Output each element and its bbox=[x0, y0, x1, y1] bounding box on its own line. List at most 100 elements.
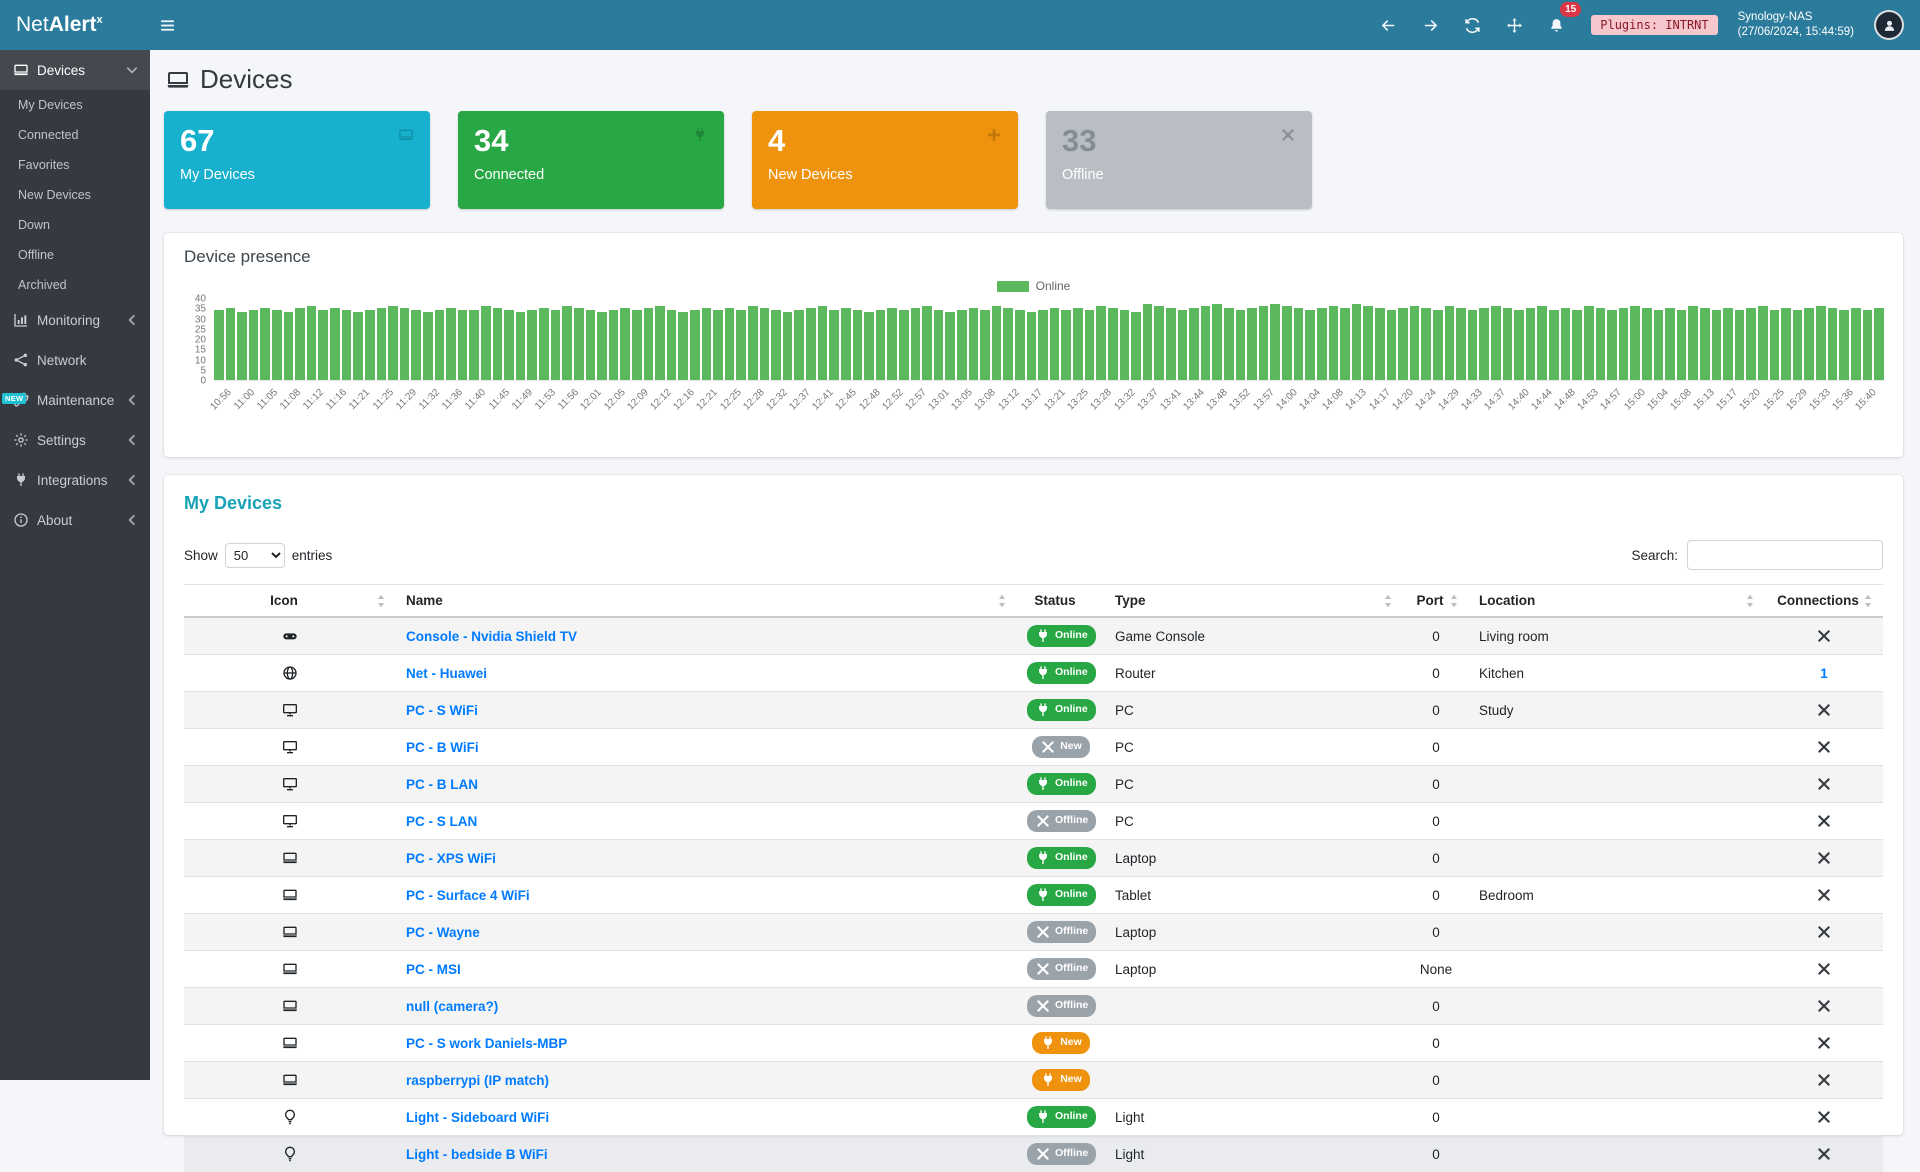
nav-forward-button[interactable] bbox=[1413, 8, 1447, 42]
sidebar-subitem-archived[interactable]: Archived bbox=[0, 270, 150, 300]
chart-bar bbox=[1642, 308, 1652, 380]
device-name-link[interactable]: Light - bedside B WiFi bbox=[406, 1147, 548, 1162]
column-header-status[interactable]: Status bbox=[1017, 585, 1105, 618]
device-name-link[interactable]: Light - Sideboard WiFi bbox=[406, 1110, 549, 1125]
app-logo[interactable]: NetAlertx bbox=[0, 13, 150, 37]
notifications-button[interactable]: 15 bbox=[1539, 8, 1573, 42]
sidebar-subitem-favorites[interactable]: Favorites bbox=[0, 150, 150, 180]
refresh-button[interactable] bbox=[1455, 8, 1489, 42]
sidebar-item-monitoring[interactable]: Monitoring bbox=[0, 300, 150, 340]
plug-icon bbox=[692, 127, 708, 143]
chart-bar bbox=[620, 308, 630, 380]
chart-bar bbox=[446, 308, 456, 380]
plugins-status-badge[interactable]: Plugins: INTRNT bbox=[1591, 15, 1717, 35]
chart-bar bbox=[1317, 308, 1327, 380]
device-connections-cell bbox=[1765, 1025, 1883, 1062]
stat-card-my-devices[interactable]: 67My Devices bbox=[164, 111, 430, 209]
chart-bar bbox=[980, 310, 990, 380]
stat-card-new-devices[interactable]: 4New Devices bbox=[752, 111, 1018, 209]
chart-bar bbox=[226, 308, 236, 380]
delete-connection-icon[interactable] bbox=[1816, 702, 1832, 718]
sidebar-subitem-connected[interactable]: Connected bbox=[0, 120, 150, 150]
chart-bar bbox=[783, 312, 793, 380]
sidebar-toggle-button[interactable] bbox=[150, 8, 184, 42]
column-header-icon[interactable]: Icon bbox=[184, 585, 396, 618]
connections-count-link[interactable]: 1 bbox=[1820, 666, 1828, 681]
delete-connection-icon[interactable] bbox=[1816, 998, 1832, 1014]
sidebar-item-label: About bbox=[37, 513, 72, 528]
device-name-link[interactable]: PC - B WiFi bbox=[406, 740, 479, 755]
devices-table-title: My Devices bbox=[184, 493, 1883, 514]
reorder-button[interactable] bbox=[1497, 8, 1531, 42]
x-axis-tick: 12:01 bbox=[579, 387, 604, 412]
desktop-icon bbox=[282, 739, 298, 755]
chart-bar bbox=[1839, 310, 1849, 380]
laptop-icon bbox=[282, 924, 298, 940]
device-port-cell: None bbox=[1403, 951, 1469, 988]
device-name-link[interactable]: PC - XPS WiFi bbox=[406, 851, 496, 866]
column-header-location[interactable]: Location bbox=[1469, 585, 1765, 618]
device-name-link[interactable]: PC - Surface 4 WiFi bbox=[406, 888, 530, 903]
x-axis-tick: 14:13 bbox=[1344, 387, 1369, 412]
stat-card-offline[interactable]: 33Offline bbox=[1046, 111, 1312, 209]
device-name-link[interactable]: PC - MSI bbox=[406, 962, 461, 977]
column-header-connections[interactable]: Connections bbox=[1765, 585, 1883, 618]
device-name-link[interactable]: Console - Nvidia Shield TV bbox=[406, 629, 577, 644]
column-header-type[interactable]: Type bbox=[1105, 585, 1403, 618]
delete-connection-icon[interactable] bbox=[1816, 850, 1832, 866]
column-header-label: Location bbox=[1479, 593, 1535, 608]
delete-connection-icon[interactable] bbox=[1816, 813, 1832, 829]
sidebar-subitem-my-devices[interactable]: My Devices bbox=[0, 90, 150, 120]
device-name-link[interactable]: PC - S LAN bbox=[406, 814, 477, 829]
sidebar-subitem-offline[interactable]: Offline bbox=[0, 240, 150, 270]
device-name-link[interactable]: PC - S WiFi bbox=[406, 703, 478, 718]
column-header-name[interactable]: Name bbox=[396, 585, 1017, 618]
sidebar-item-settings[interactable]: Settings bbox=[0, 420, 150, 460]
status-badge: New bbox=[1032, 736, 1090, 758]
sidebar-item-about[interactable]: About bbox=[0, 500, 150, 540]
page-title: Devices bbox=[200, 64, 292, 95]
delete-connection-icon[interactable] bbox=[1816, 739, 1832, 755]
delete-connection-icon[interactable] bbox=[1816, 887, 1832, 903]
device-name-link[interactable]: PC - B LAN bbox=[406, 777, 478, 792]
chart-bar bbox=[1549, 310, 1559, 380]
x-axis-tick: 14:17 bbox=[1367, 387, 1392, 412]
page-size-select[interactable]: 50 bbox=[225, 543, 285, 568]
search-input[interactable] bbox=[1687, 540, 1883, 570]
delete-connection-icon[interactable] bbox=[1816, 1035, 1832, 1051]
column-header-port[interactable]: Port bbox=[1403, 585, 1469, 618]
delete-connection-icon[interactable] bbox=[1816, 924, 1832, 940]
sidebar-subitem-new-devices[interactable]: New Devices bbox=[0, 180, 150, 210]
sidebar-item-network[interactable]: Network bbox=[0, 340, 150, 380]
device-name-link[interactable]: PC - S work Daniels-MBP bbox=[406, 1036, 567, 1051]
delete-connection-icon[interactable] bbox=[1816, 1146, 1832, 1162]
sidebar-item-maintenance[interactable]: NEWMaintenance bbox=[0, 380, 150, 420]
stat-card-connected[interactable]: 34Connected bbox=[458, 111, 724, 209]
delete-connection-icon[interactable] bbox=[1816, 961, 1832, 977]
x-axis-tick: 15:00 bbox=[1622, 387, 1647, 412]
sidebar-subitem-down[interactable]: Down bbox=[0, 210, 150, 240]
x-axis-tick: 13:52 bbox=[1228, 387, 1253, 412]
chart-bar bbox=[1363, 306, 1373, 380]
delete-connection-icon[interactable] bbox=[1816, 628, 1832, 644]
chart-x-labels: 10:5611:0011:0511:0811:1211:1611:2111:25… bbox=[214, 381, 1883, 439]
device-name-link[interactable]: raspberrypi (IP match) bbox=[406, 1073, 549, 1088]
nav-back-button[interactable] bbox=[1371, 8, 1405, 42]
device-name-link[interactable]: PC - Wayne bbox=[406, 925, 480, 940]
chart-bar bbox=[1201, 306, 1211, 380]
sidebar-item-devices[interactable]: Devices bbox=[0, 50, 150, 90]
delete-connection-icon[interactable] bbox=[1816, 1109, 1832, 1125]
user-avatar[interactable] bbox=[1874, 10, 1904, 40]
chart-bar bbox=[1526, 308, 1536, 380]
chart-bar bbox=[609, 310, 619, 380]
gear-icon bbox=[13, 432, 29, 448]
x-axis-tick: 12:12 bbox=[648, 387, 673, 412]
device-name-link[interactable]: null (camera?) bbox=[406, 999, 498, 1014]
device-name-link[interactable]: Net - Huawei bbox=[406, 666, 487, 681]
sidebar-item-integrations[interactable]: Integrations bbox=[0, 460, 150, 500]
x-axis-tick: 14:04 bbox=[1297, 387, 1322, 412]
delete-connection-icon[interactable] bbox=[1816, 776, 1832, 792]
x-axis-tick: 15:36 bbox=[1831, 387, 1856, 412]
main-content: Devices 67My Devices 34Connected 4New Devi… bbox=[150, 50, 1920, 1080]
delete-connection-icon[interactable] bbox=[1816, 1072, 1832, 1088]
